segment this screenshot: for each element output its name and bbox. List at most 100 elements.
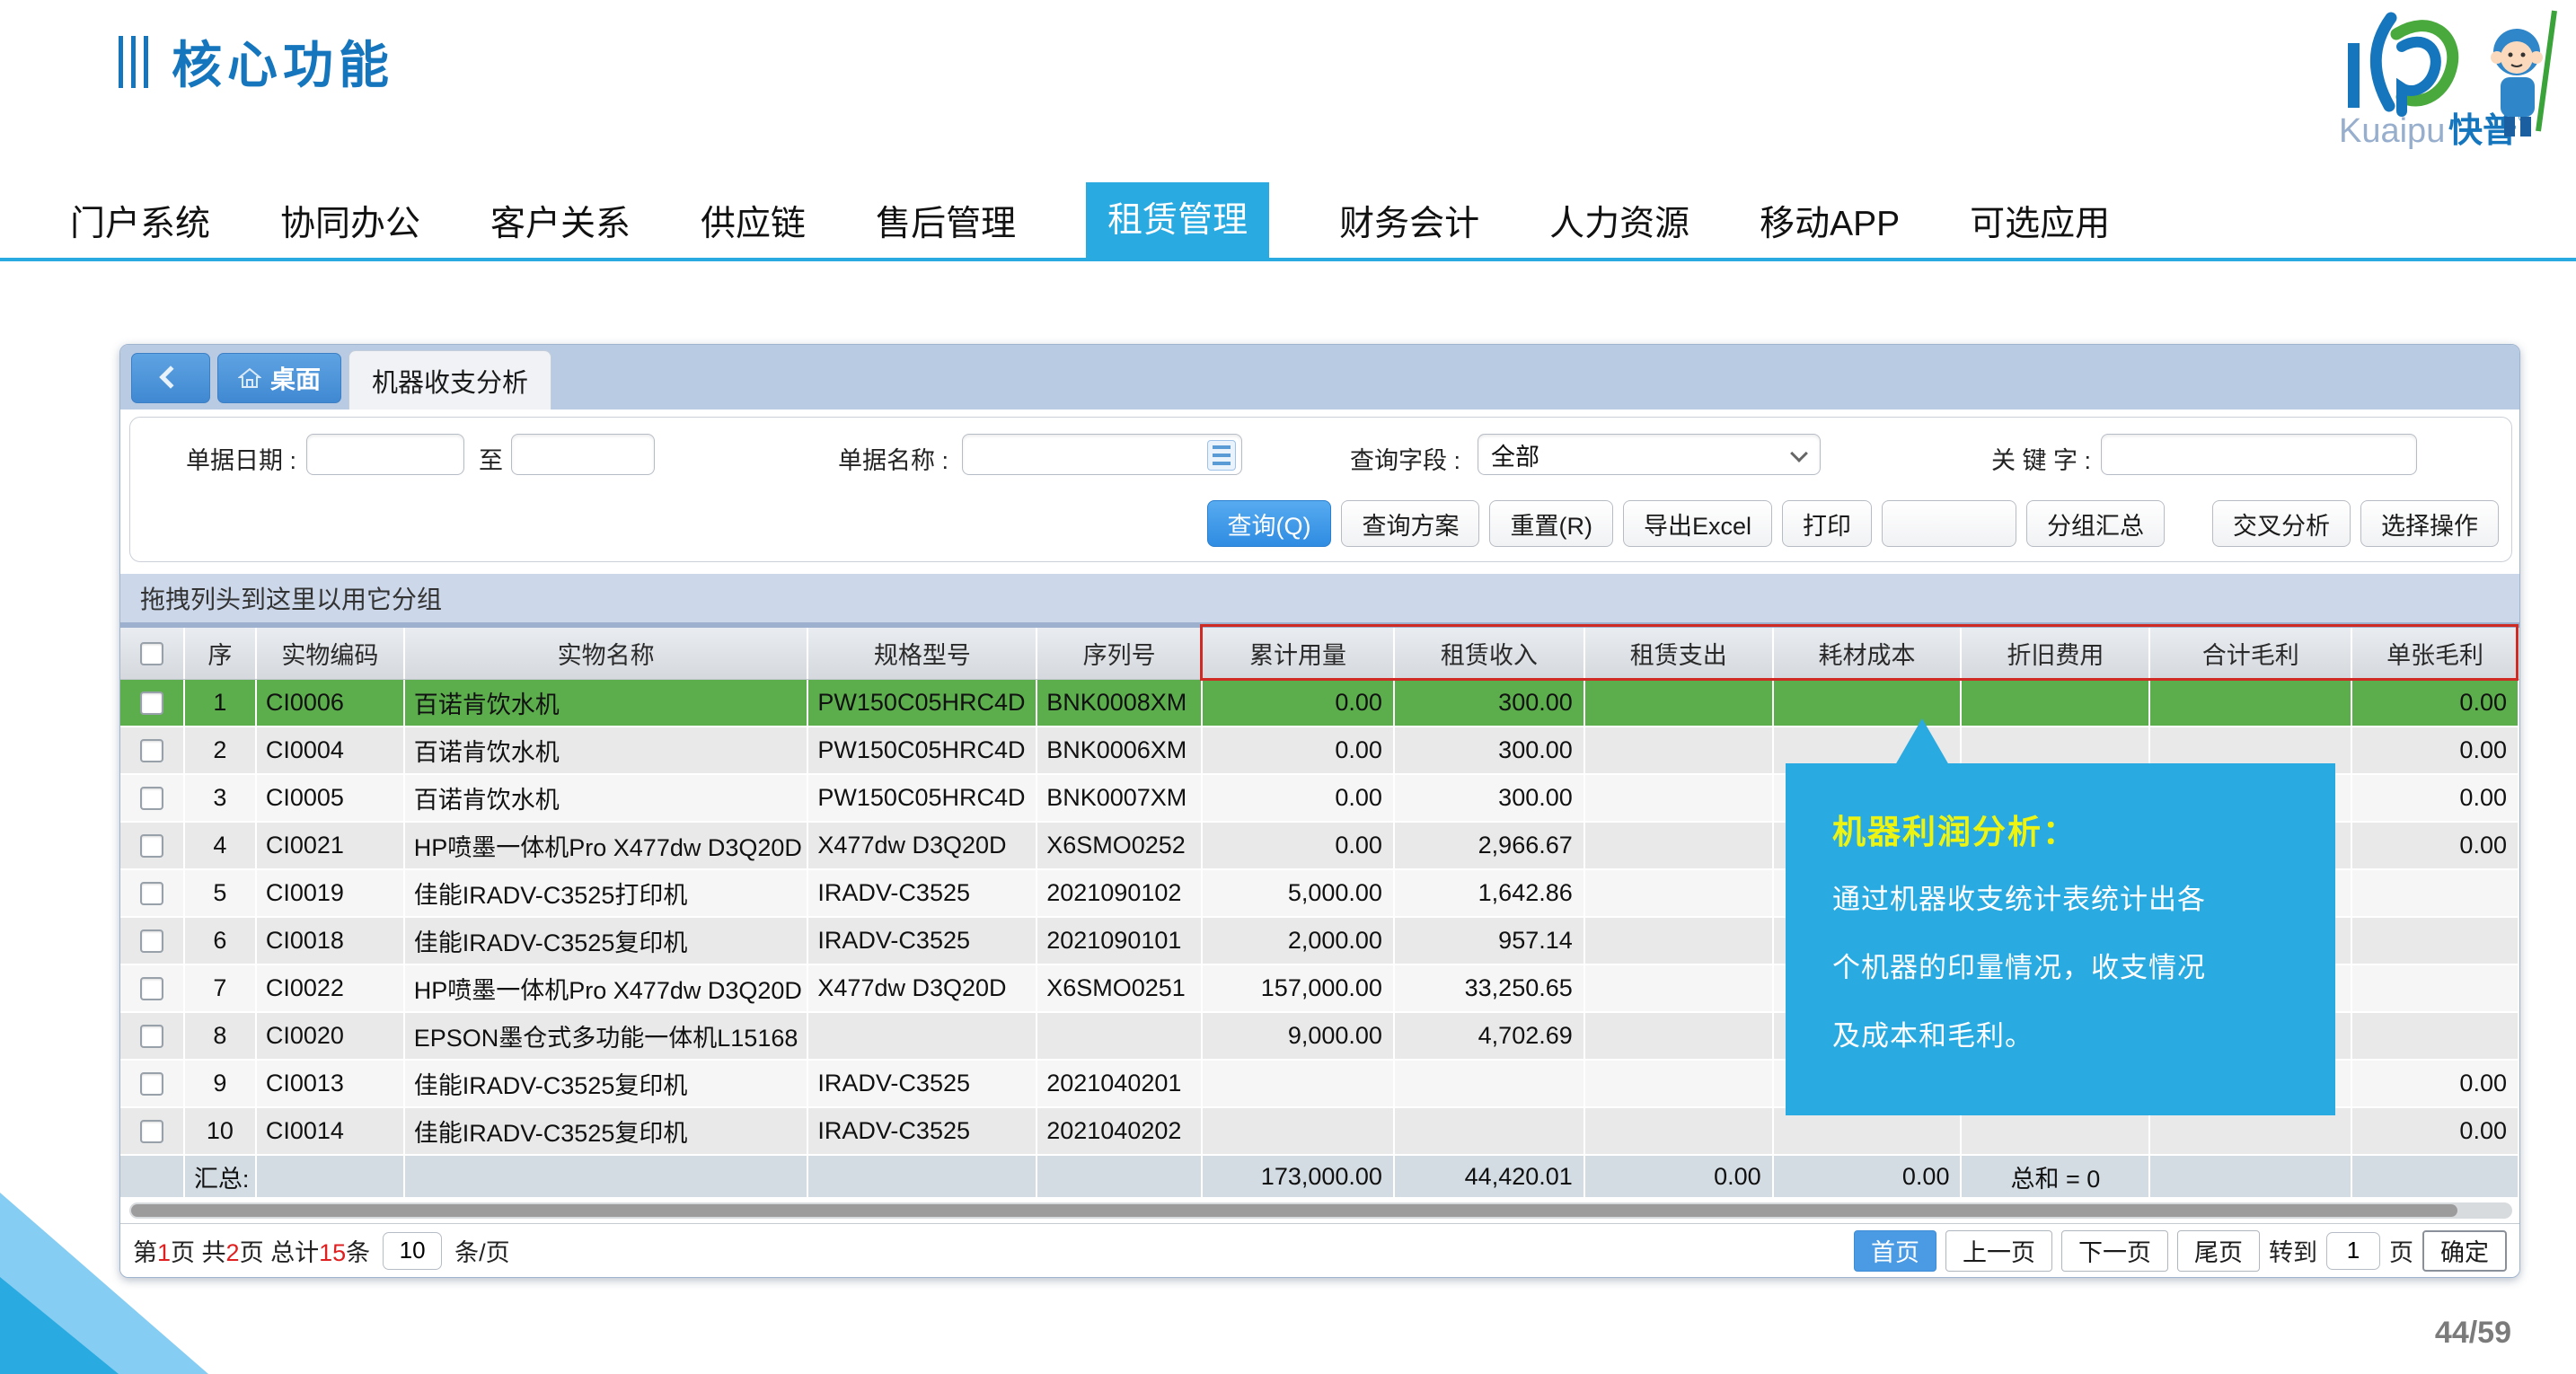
row-checkbox[interactable] [140, 1072, 163, 1096]
lookup-list-icon[interactable] [1207, 440, 1236, 471]
select-all-checkbox[interactable] [140, 642, 163, 665]
row-checkbox[interactable] [140, 929, 163, 953]
cell-seq: 9 [185, 1061, 257, 1108]
cell-serial [1037, 1013, 1203, 1061]
cell-serial: X6SMO0252 [1037, 823, 1203, 870]
row-checkbox[interactable] [140, 834, 163, 858]
cell-model: X477dw D3Q20D [808, 965, 1037, 1013]
toolbar-button-0[interactable]: 查询(Q) [1207, 500, 1332, 547]
cell-check [120, 965, 185, 1013]
cell-check [120, 918, 185, 965]
row-checkbox[interactable] [140, 977, 163, 1000]
horizontal-scrollbar[interactable] [129, 1202, 2512, 1219]
query-field-value: 全部 [1491, 437, 1539, 472]
column-header-code[interactable]: 实物编码 [257, 628, 405, 679]
nav-item-5[interactable]: 租赁管理 [1086, 182, 1269, 260]
date-from-input[interactable] [306, 434, 464, 475]
tab-machine-analysis[interactable]: 机器收支分析 [348, 350, 551, 410]
column-header-per_sheet[interactable]: 单张毛利 [2352, 628, 2519, 679]
callout-title: 机器利润分析： [1832, 805, 2299, 853]
column-header-name[interactable]: 实物名称 [405, 628, 809, 679]
toolbar-blank-button[interactable] [1882, 500, 2016, 547]
pagination-buttons: 首页上一页下一页尾页 [1854, 1230, 2260, 1272]
nav-item-2[interactable]: 客户关系 [490, 196, 631, 246]
cell-income: 33,250.65 [1395, 965, 1585, 1013]
cell-serial: BNK0006XM [1037, 727, 1203, 775]
table-row-1[interactable]: 1CI0006百诺肯饮水机PW150C05HRC4DBNK0008XM0.003… [120, 680, 2519, 727]
cell-name: 百诺肯饮水机 [405, 680, 809, 727]
doc-name-input[interactable] [962, 434, 1242, 475]
tab-desktop[interactable]: 桌面 [217, 353, 341, 403]
back-button[interactable] [131, 353, 210, 403]
cell-model: X477dw D3Q20D [808, 823, 1037, 870]
toolbar: 查询(Q)查询方案重置(R)导出Excel打印 分组汇总交叉分析选择操作 [1207, 500, 2500, 547]
toolbar-button-8[interactable]: 选择操作 [2360, 500, 2499, 547]
cell-name: 佳能IRADV-C3525打印机 [405, 870, 809, 918]
cell-code: CI0006 [257, 680, 405, 727]
column-header-total_profit[interactable]: 合计毛利 [2150, 628, 2352, 679]
page-nav-button-3[interactable]: 尾页 [2177, 1230, 2260, 1272]
cell-usage: 0.00 [1203, 680, 1395, 727]
keyword-input[interactable] [2101, 434, 2417, 475]
goto-page-input[interactable] [2326, 1232, 2380, 1270]
toolbar-button-1[interactable]: 查询方案 [1341, 500, 1479, 547]
main-nav: 门户系统 协同办公 客户关系 供应链 售后管理 租赁管理 财务会计 人力资源 移动APP 可选应用 [0, 184, 2576, 261]
nav-item-8[interactable]: 移动APP [1760, 196, 1900, 246]
cell-usage: 9,000.00 [1203, 1013, 1395, 1061]
cell-check [120, 1013, 185, 1061]
column-header-consumable[interactable]: 耗材成本 [1774, 628, 1963, 679]
cell-per_sheet: 0.00 [2352, 823, 2519, 870]
column-header-model[interactable]: 规格型号 [808, 628, 1037, 679]
column-header-depreciation[interactable]: 折旧费用 [1962, 628, 2150, 679]
row-checkbox[interactable] [140, 1025, 163, 1048]
cell-seq: 6 [185, 918, 257, 965]
toolbar-button-6[interactable]: 分组汇总 [2026, 500, 2165, 547]
date-to-label: 至 [479, 441, 503, 476]
title-bars-icon [119, 36, 148, 88]
row-checkbox[interactable] [140, 739, 163, 762]
toolbar-button-2[interactable]: 重置(R) [1489, 500, 1612, 547]
toolbar-button-3[interactable]: 导出Excel [1623, 500, 1772, 547]
column-header-income[interactable]: 租赁收入 [1395, 628, 1585, 679]
nav-item-6[interactable]: 财务会计 [1339, 196, 1479, 246]
cell-per_sheet [2352, 1013, 2519, 1061]
row-checkbox[interactable] [140, 1120, 163, 1143]
nav-item-4[interactable]: 售后管理 [876, 196, 1016, 246]
toolbar-button-4[interactable]: 打印 [1782, 500, 1872, 547]
cell-expense [1585, 918, 1774, 965]
column-header-seq[interactable]: 序 [185, 628, 257, 679]
cell-per_sheet [2352, 918, 2519, 965]
page-size-input[interactable] [383, 1232, 442, 1270]
column-header-serial[interactable]: 序列号 [1037, 628, 1203, 679]
toolbar-button-7[interactable]: 交叉分析 [2212, 500, 2351, 547]
column-header-check[interactable] [120, 628, 185, 679]
page-nav-button-1[interactable]: 上一页 [1945, 1230, 2052, 1272]
cell-per_sheet: 0.00 [2352, 1061, 2519, 1108]
window-tabstrip: 桌面 机器收支分析 [120, 345, 2519, 410]
confirm-button[interactable]: 确定 [2422, 1230, 2507, 1272]
cell-income: 300.00 [1395, 680, 1585, 727]
nav-item-9[interactable]: 可选应用 [1970, 196, 2110, 246]
column-header-expense[interactable]: 租赁支出 [1585, 628, 1774, 679]
group-drop-zone[interactable]: 拖拽列头到这里以用它分组 [120, 574, 2519, 628]
page-nav-button-0[interactable]: 首页 [1854, 1230, 1936, 1272]
cell-name: 百诺肯饮水机 [405, 775, 809, 823]
row-checkbox[interactable] [140, 882, 163, 905]
nav-item-0[interactable]: 门户系统 [70, 196, 210, 246]
date-to-input[interactable] [511, 434, 655, 475]
cell-name: 佳能IRADV-C3525复印机 [405, 918, 809, 965]
scrollbar-thumb[interactable] [131, 1204, 2457, 1217]
page-nav-button-2[interactable]: 下一页 [2061, 1230, 2168, 1272]
query-field-select[interactable]: 全部 [1478, 434, 1821, 475]
nav-item-1[interactable]: 协同办公 [280, 196, 420, 246]
cell-code: CI0014 [257, 1108, 405, 1156]
row-checkbox[interactable] [140, 787, 163, 810]
row-checkbox[interactable] [140, 691, 163, 715]
callout-body: 通过机器收支统计表统计出各个机器的印量情况，收支情况及成本和毛利。 [1832, 866, 2299, 1070]
cell-serial: 2021090102 [1037, 870, 1203, 918]
column-header-usage[interactable]: 累计用量 [1203, 628, 1395, 679]
pagination-controls: 首页上一页下一页尾页 转到 页 确定 [1854, 1230, 2507, 1272]
cell-expense [1585, 680, 1774, 727]
nav-item-3[interactable]: 供应链 [701, 196, 806, 246]
nav-item-7[interactable]: 人力资源 [1549, 196, 1689, 246]
